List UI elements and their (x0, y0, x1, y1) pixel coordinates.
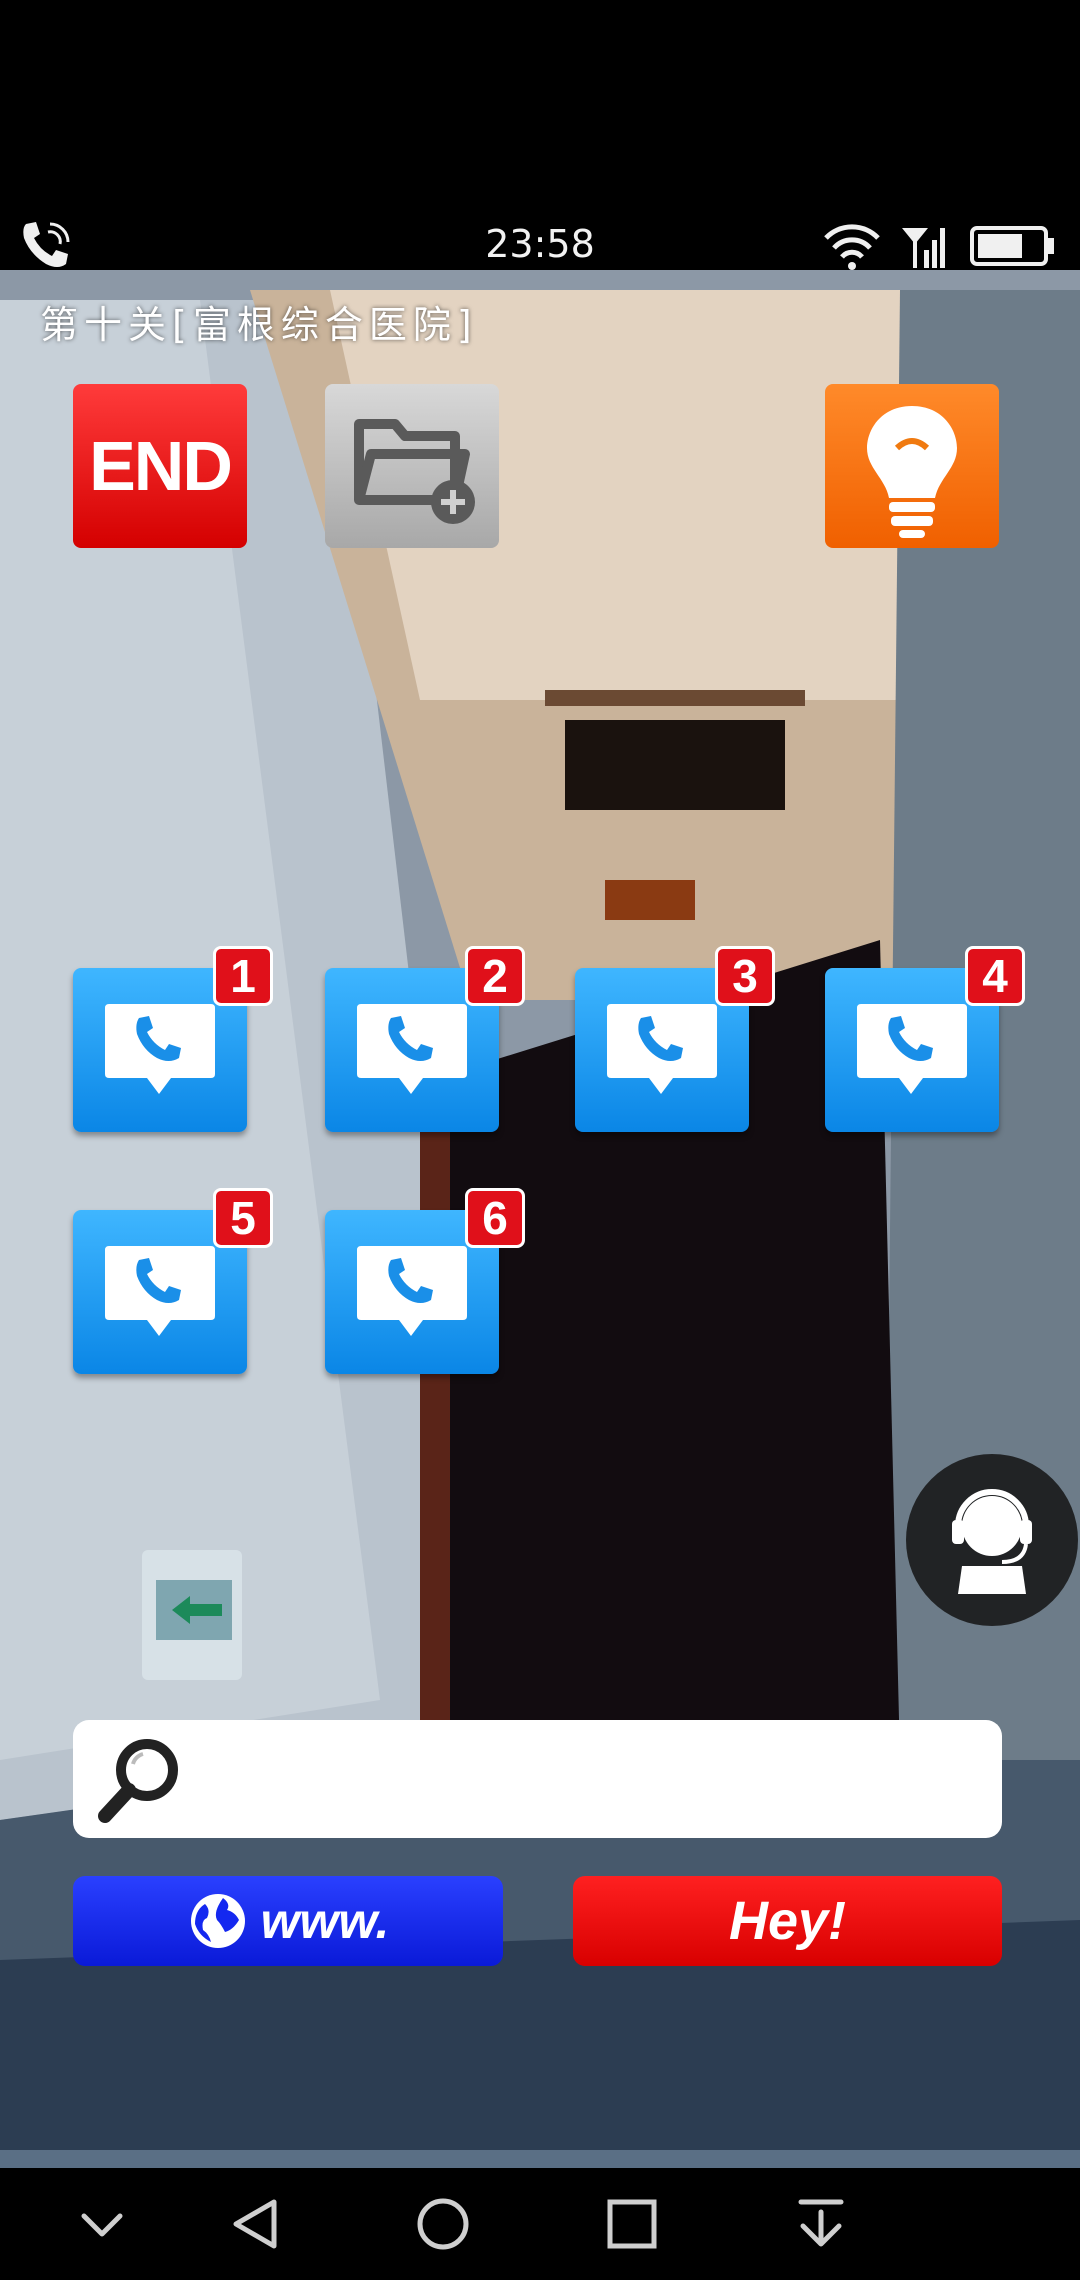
home-icon[interactable] (403, 2194, 483, 2254)
search-icon (98, 1739, 178, 1823)
lightbulb-icon (867, 406, 957, 538)
battery-icon (970, 226, 1054, 266)
www-label: www. (260, 1893, 390, 1949)
operator-button[interactable] (906, 1454, 1078, 1626)
search-input[interactable] (203, 1740, 987, 1820)
phone-bubble-icon (357, 1246, 467, 1336)
call-button-6[interactable]: 6 (325, 1188, 525, 1374)
operator-headset-icon (952, 1489, 1032, 1594)
phone-bubble-icon (357, 1004, 467, 1094)
status-bar: 23:58 (0, 200, 1080, 290)
recents-icon[interactable] (592, 2194, 672, 2254)
hint-button[interactable] (825, 384, 999, 548)
phone-bubble-icon (105, 1004, 215, 1094)
game-screen: 23:58 第十关[富根综合医院] END 1 2 3 4 5 6 www. H… (0, 0, 1080, 2280)
exit-sign (142, 1550, 242, 1680)
add-folder-button[interactable] (325, 384, 499, 548)
chevron-down-icon[interactable] (62, 2194, 142, 2254)
phone-bubble-icon (857, 1004, 967, 1094)
end-button[interactable]: END (73, 384, 247, 548)
back-icon[interactable] (218, 2194, 298, 2254)
call-button-4[interactable]: 4 (825, 946, 1025, 1132)
folder-add-icon (354, 419, 475, 524)
call-button-5[interactable]: 5 (73, 1188, 273, 1374)
call-badge: 5 (213, 1188, 273, 1248)
wifi-icon (824, 224, 880, 270)
phone-bubble-icon (105, 1246, 215, 1336)
search-box (73, 1720, 1002, 1838)
call-badge: 3 (715, 946, 775, 1006)
call-badge: 6 (465, 1188, 525, 1248)
call-button-3[interactable]: 3 (575, 946, 775, 1132)
www-button[interactable]: www. (73, 1876, 503, 1966)
navigation-bar (0, 2168, 1080, 2280)
download-icon[interactable] (781, 2194, 861, 2254)
call-badge: 2 (465, 946, 525, 1006)
phone-bubble-icon (607, 1004, 717, 1094)
call-badge: 1 (213, 946, 273, 1006)
signal-icon (902, 228, 945, 268)
hey-button[interactable]: Hey! (573, 1876, 1002, 1966)
globe-icon (190, 1894, 245, 1948)
level-title: 第十关[富根综合医院] (40, 303, 478, 347)
call-button-2[interactable]: 2 (325, 946, 525, 1132)
call-button-1[interactable]: 1 (73, 946, 273, 1132)
call-badge: 4 (965, 946, 1025, 1006)
